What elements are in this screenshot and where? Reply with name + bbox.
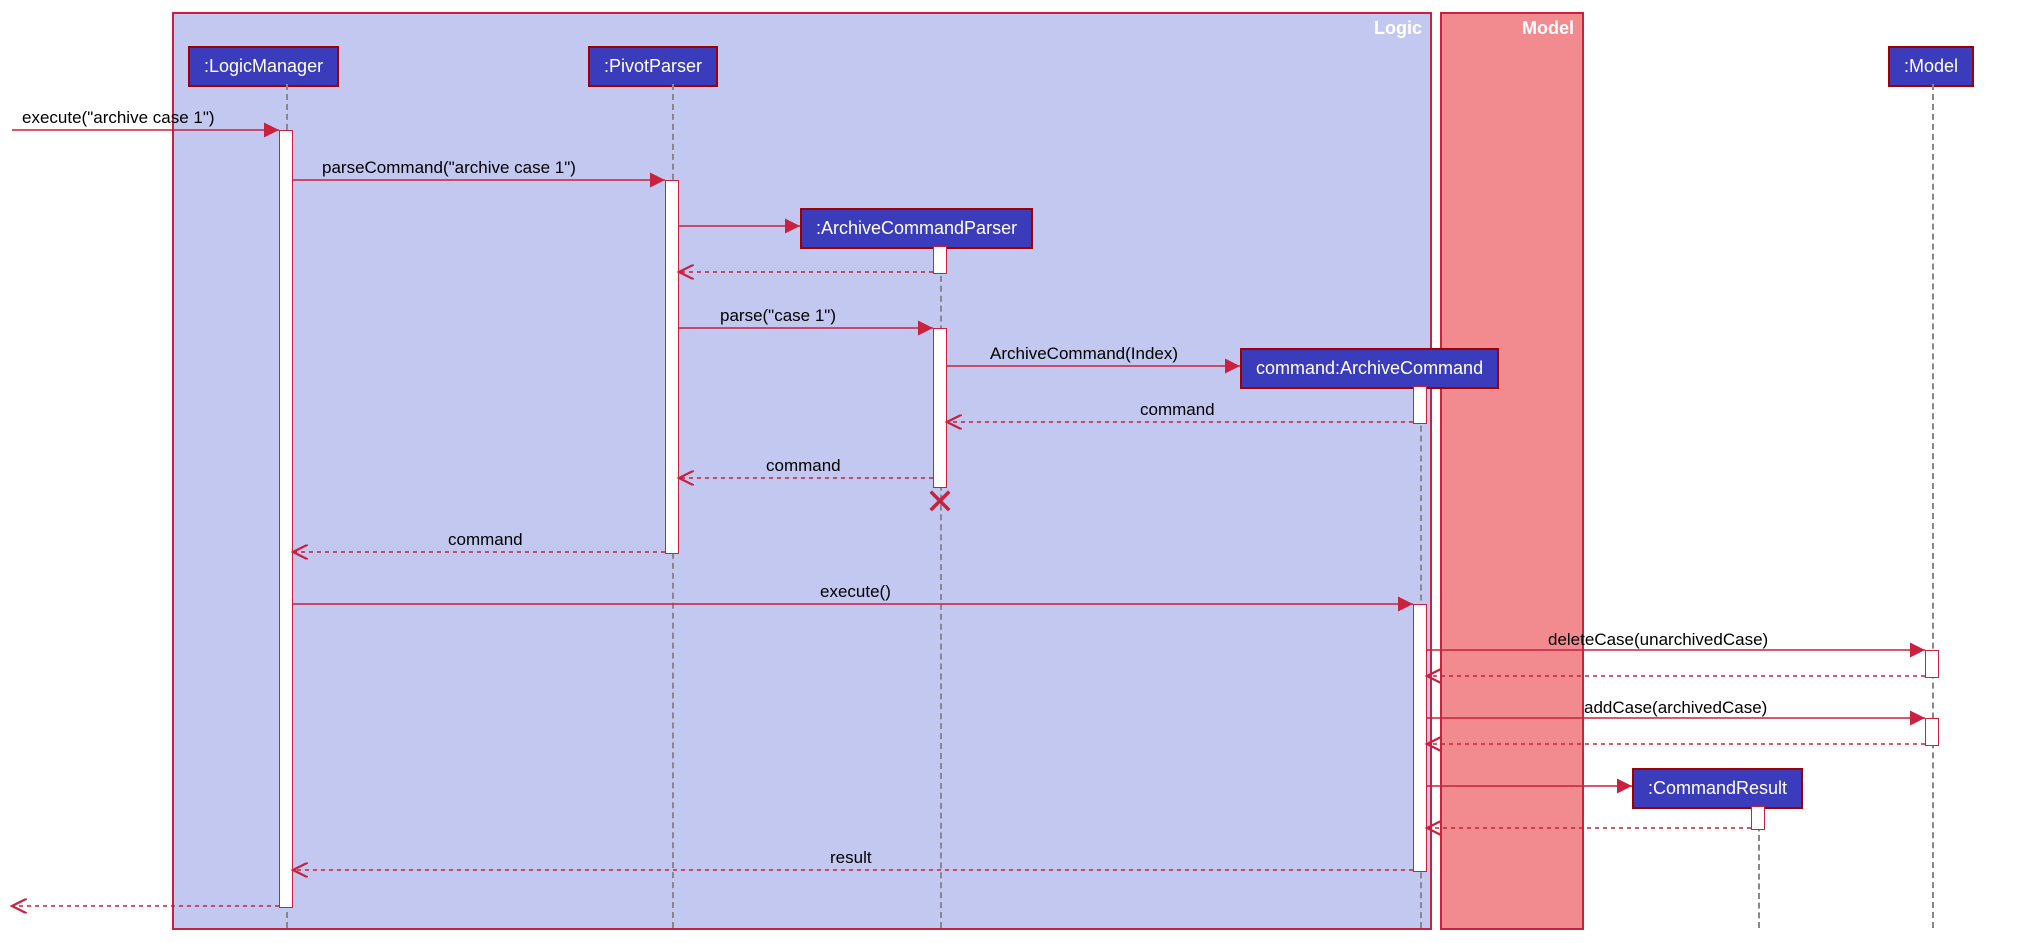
pivot-parser-box: :PivotParser bbox=[588, 46, 718, 87]
pivot-parser-activation bbox=[665, 180, 679, 554]
msg-parse: parse("case 1") bbox=[720, 306, 836, 326]
logic-manager-activation bbox=[279, 130, 293, 908]
model-title: Model bbox=[1522, 18, 1574, 39]
model-container: Model bbox=[1440, 12, 1584, 930]
model-box: :Model bbox=[1888, 46, 1974, 87]
msg-result: result bbox=[830, 848, 872, 868]
logic-manager-box: :LogicManager bbox=[188, 46, 339, 87]
archive-command-box: command:ArchiveCommand bbox=[1240, 348, 1499, 389]
archive-command-parser-activation-2 bbox=[933, 328, 947, 488]
command-result-box: :CommandResult bbox=[1632, 768, 1803, 809]
model-activation-2 bbox=[1925, 718, 1939, 746]
model-activation-1 bbox=[1925, 650, 1939, 678]
command-result-activation bbox=[1751, 806, 1765, 830]
msg-archive-command-ctor: ArchiveCommand(Index) bbox=[990, 344, 1178, 364]
model-lifeline bbox=[1932, 84, 1934, 928]
archive-command-parser-box: :ArchiveCommandParser bbox=[800, 208, 1033, 249]
archive-command-activation-1 bbox=[1413, 386, 1427, 424]
msg-execute2: execute() bbox=[820, 582, 891, 602]
msg-return-command-3: command bbox=[448, 530, 523, 550]
msg-return-command-1: command bbox=[1140, 400, 1215, 420]
msg-add-case: addCase(archivedCase) bbox=[1584, 698, 1767, 718]
archive-command-activation-2 bbox=[1413, 604, 1427, 872]
msg-return-command-2: command bbox=[766, 456, 841, 476]
logic-title: Logic bbox=[1374, 18, 1422, 39]
destroy-icon: ✕ bbox=[925, 481, 955, 523]
msg-delete-case: deleteCase(unarchivedCase) bbox=[1548, 630, 1768, 650]
msg-execute1: execute("archive case 1") bbox=[22, 108, 215, 128]
msg-parse-command: parseCommand("archive case 1") bbox=[322, 158, 576, 178]
archive-command-parser-activation-1 bbox=[933, 246, 947, 274]
